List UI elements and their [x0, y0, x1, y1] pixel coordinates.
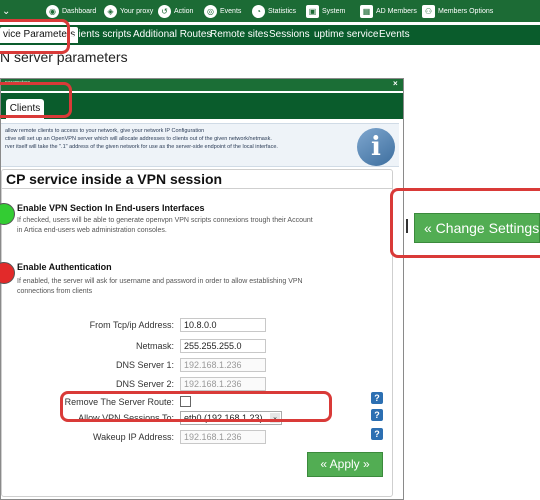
wakeup-input[interactable] [180, 430, 266, 444]
feature-description: connections from clients [17, 288, 93, 295]
tab-clients-scripts[interactable]: Clients scripts [66, 27, 134, 43]
highlight-annotation [60, 391, 332, 422]
feature-title: Enable Authentication [17, 262, 112, 272]
divider [2, 188, 392, 189]
nav-label: Events [220, 7, 242, 15]
feature-description: If checked, users will be able to genera… [17, 217, 313, 224]
netmask-label: Netmask: [135, 341, 174, 351]
nav-events[interactable]: ◎ Events [204, 0, 241, 22]
tab-remote-sites[interactable]: Remote sites [207, 27, 271, 43]
tab-events[interactable]: Events [376, 27, 413, 43]
tab-uptime-service[interactable]: uptime service [311, 27, 381, 43]
wakeup-label: Wakeup IP Address: [92, 432, 174, 442]
nav-label: Your proxy [120, 7, 154, 15]
nav-statistics[interactable]: ◔ Statistics [252, 0, 296, 22]
tab-additional-routes[interactable]: Additional Routes [130, 27, 214, 43]
highlight-annotation [0, 19, 70, 54]
apply-button[interactable]: « Apply » [307, 452, 383, 477]
highlight-annotation [0, 82, 72, 118]
help-icon[interactable]: ? [371, 428, 383, 440]
help-icon[interactable]: ? [371, 409, 383, 421]
nav-label: AD Members [376, 7, 417, 15]
members-icon: ⚇ [422, 4, 435, 18]
system-icon: ▣ [306, 4, 319, 18]
dns2-label: DNS Server 2: [115, 379, 174, 389]
eye-icon: ◎ [204, 4, 217, 18]
parameters-dialog: parameters × Clients allow remote client… [0, 78, 404, 500]
tab-sessions[interactable]: Sessions [266, 27, 313, 43]
main-tab-bar: vice Parameters Clients scripts Addition… [0, 25, 540, 45]
action-icon: ↺ [158, 4, 171, 18]
nav-label: Statistics [268, 7, 297, 15]
grid-icon: ▦ [360, 4, 373, 18]
info-text: allow remote clients to access to your n… [5, 128, 205, 134]
vpn-settings-panel: CP service inside a VPN session Enable V… [0, 169, 393, 497]
nav-label: System [322, 7, 346, 15]
info-text: ctive will set up an OpenVPN server whic… [5, 136, 272, 142]
dns2-input[interactable] [180, 377, 266, 391]
info-box: allow remote clients to access to your n… [1, 123, 399, 167]
feature-title: Enable VPN Section In End-users Interfac… [17, 203, 205, 213]
chevron-icon: ⌄ [2, 5, 11, 17]
status-red-icon[interactable] [0, 262, 15, 284]
nav-label: Members Options [438, 7, 494, 15]
nav-label: Dashboard [62, 7, 97, 15]
close-icon[interactable]: × [393, 79, 398, 88]
highlight-annotation [390, 188, 540, 258]
feature-description: If enabled, the server will ask for user… [17, 278, 303, 285]
nav-ad-members[interactable]: ▦ AD Members [360, 0, 417, 22]
nav-system[interactable]: ▣ System [306, 0, 345, 22]
info-icon: i [357, 128, 395, 166]
nav-members-options[interactable]: ⚇ Members Options [422, 0, 493, 22]
dns1-input[interactable] [180, 358, 266, 372]
dns1-label: DNS Server 1: [115, 360, 174, 370]
help-icon[interactable]: ? [371, 392, 383, 404]
nav-label: Action [174, 7, 194, 15]
from-address-input[interactable] [180, 318, 266, 332]
statistics-icon: ◔ [252, 4, 265, 18]
panel-title: CP service inside a VPN session [6, 171, 223, 187]
status-green-icon[interactable] [0, 203, 15, 225]
dashboard-icon: ◉ [46, 4, 59, 18]
feature-description: in Artica end-users web administration c… [17, 227, 167, 234]
info-text: rver itself will take the ".1" address o… [5, 144, 278, 150]
nav-your-proxy[interactable]: ◈ Your proxy [104, 0, 153, 22]
netmask-input[interactable] [180, 339, 266, 353]
from-address-label: From Tcp/ip Address: [89, 320, 174, 330]
proxy-icon: ◈ [104, 4, 117, 18]
nav-action[interactable]: ↺ Action [158, 0, 193, 22]
top-navigation-bar: ⌄ ◉ Dashboard ◈ Your proxy ↺ Action ◎ Ev… [0, 0, 540, 22]
